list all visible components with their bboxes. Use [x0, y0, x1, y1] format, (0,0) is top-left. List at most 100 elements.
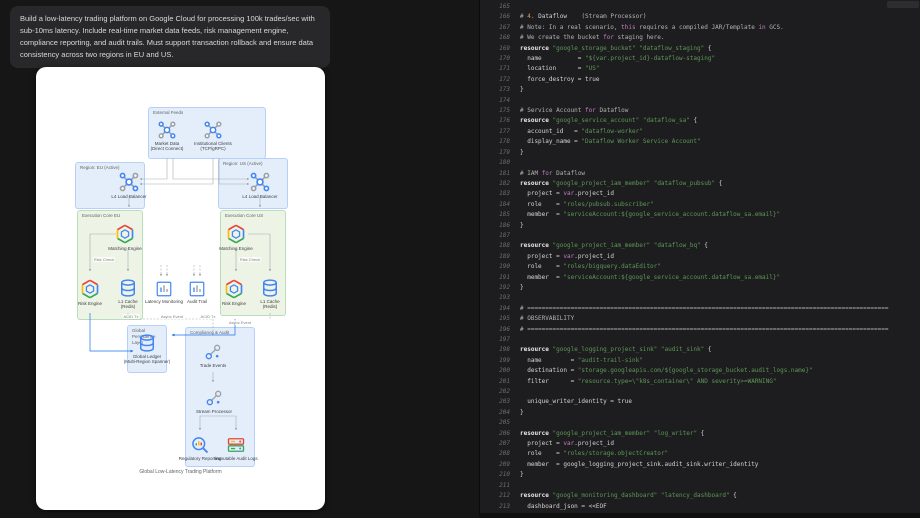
node-label: Stream Processor	[195, 409, 232, 414]
code-line: 211	[480, 481, 920, 491]
scrollbar-thumb[interactable]	[887, 1, 919, 8]
code-editor[interactable]: 165 166 # 4. Dataflow (Stream Processor) 16…	[479, 0, 920, 518]
code-line: 192}	[480, 283, 920, 293]
line-number: 206	[499, 429, 510, 437]
line-number: 210	[499, 471, 510, 479]
network-icon	[204, 121, 222, 139]
code-text: project = var.project_id	[520, 252, 614, 260]
code-line: 176 resource "google_service_account" "da…	[480, 116, 920, 126]
code-text: }	[520, 408, 524, 416]
editor-bottom-edge	[479, 513, 920, 518]
app-window: { "prompt": { "text": "Build a low-laten…	[0, 0, 920, 518]
code-text: }	[520, 148, 524, 156]
code-line: 166 # 4. Dataflow (Stream Processor)	[480, 12, 920, 22]
code-line: 206 resource "google_project_iam_member" …	[480, 429, 920, 439]
code-line: 199 name = "audit-trail-sink"	[480, 356, 920, 366]
node-label: Matching Engine	[219, 246, 253, 251]
line-number: 205	[499, 419, 510, 427]
line-number: 194	[499, 304, 510, 312]
code-line: 195 # OBSERVABILITY	[480, 314, 920, 324]
node-label: Audit Trail	[186, 299, 207, 304]
code-line: 209 member = google_logging_project_sink…	[480, 460, 920, 470]
line-number: 201	[499, 377, 510, 385]
code-line: 175 # Service Account for Dataflow	[480, 106, 920, 116]
line-number: 199	[499, 356, 510, 364]
line-number: 168	[499, 34, 510, 42]
line-number: 176	[499, 117, 510, 125]
code-text: resource "google_monitoring_dashboard" "…	[520, 492, 737, 500]
code-text: name = "${var.project_id}-dataflow-stagi…	[520, 55, 716, 63]
line-number: 193	[499, 294, 510, 302]
database-icon	[263, 279, 277, 297]
line-number: 174	[499, 96, 510, 104]
code-text: # IAM for Dataflow	[520, 169, 586, 177]
code-text: }	[520, 221, 524, 229]
line-number: 189	[499, 252, 510, 260]
code-line: 203 unique_writer_identity = true	[480, 397, 920, 407]
code-text: member = "serviceAccount:${google_servic…	[520, 273, 781, 281]
code-line: 184 role = "roles/pubsub.subscriber"	[480, 200, 920, 210]
code-line: 207 project = var.project_id	[480, 439, 920, 449]
code-line: 178 display_name = "Dataflow Worker Serv…	[480, 137, 920, 147]
code-text: # We create the bucket for staging here.	[520, 34, 665, 42]
line-number: 213	[499, 502, 510, 510]
prompt-card: Build a low-latency trading platform on …	[10, 6, 330, 68]
node-global-ledger: Global Ledger (Multi-Region Spanner)	[121, 333, 173, 364]
gke-hexagon-icon	[116, 224, 134, 244]
code-text: dashboard_json = <<EOF	[520, 502, 607, 510]
code-line: 172 force_destroy = true	[480, 75, 920, 85]
node-lb-eu: L4 Load Balancer	[99, 171, 159, 199]
node-immutable-audit-logs: Immutable Audit Logs	[206, 435, 266, 461]
line-number: 185	[499, 211, 510, 219]
dataflow-icon	[206, 390, 222, 406]
code-text: # 4. Dataflow (Stream Processor)	[520, 13, 647, 21]
line-number: 165	[499, 3, 510, 10]
line-number: 204	[499, 408, 510, 416]
code-line: 212 resource "google_monitoring_dashboard…	[480, 491, 920, 501]
line-number: 198	[499, 346, 510, 354]
code-line: 167 # Note: In a real scenario, this requ…	[480, 23, 920, 33]
spanner-database-icon	[140, 334, 154, 352]
line-number: 186	[499, 221, 510, 229]
code-line: 171 location = "US"	[480, 64, 920, 74]
code-line: 204}	[480, 408, 920, 418]
code-line: 182 resource "google_project_iam_member" …	[480, 179, 920, 189]
code-line: 189 project = var.project_id	[480, 252, 920, 262]
cloud-storage-icon	[227, 438, 245, 452]
line-number: 192	[499, 283, 510, 291]
code-text: # Service Account for Dataflow	[520, 107, 629, 115]
line-number: 209	[499, 460, 510, 468]
code-text: member = "serviceAccount:${google_servic…	[520, 211, 781, 219]
edge-label-risk-check-eu: Risk Check	[92, 257, 116, 262]
line-number: 166	[499, 13, 510, 21]
code-text: }	[520, 283, 524, 291]
line-number: 196	[499, 325, 510, 333]
diagram-canvas[interactable]: External Feeds Region: EU (Active) Regio…	[36, 67, 325, 510]
diagram-caption: Global Low-Latency Trading Platform	[139, 469, 222, 475]
line-number: 170	[499, 55, 510, 63]
code-line: 205	[480, 418, 920, 428]
code-line: 201 filter = "resource.type=\"k8s_contai…	[480, 377, 920, 387]
load-balancer-icon	[250, 172, 270, 192]
code-text: # OBSERVABILITY	[520, 315, 575, 323]
line-number: 211	[499, 481, 510, 489]
code-line: 185 member = "serviceAccount:${google_se…	[480, 210, 920, 220]
line-number: 171	[499, 65, 510, 73]
code-text: force_destroy = true	[520, 75, 600, 83]
code-line: 191 member = "serviceAccount:${google_se…	[480, 273, 920, 283]
code-text: # ======================================…	[520, 325, 889, 333]
code-line: 174	[480, 96, 920, 106]
line-number: 197	[499, 336, 510, 343]
line-number: 202	[499, 388, 510, 396]
code-line: 186}	[480, 221, 920, 231]
line-number: 180	[499, 159, 510, 167]
code-text: project = var.project_id	[520, 190, 614, 198]
line-number: 182	[499, 179, 510, 187]
line-number: 175	[499, 107, 510, 115]
code-line: 180	[480, 158, 920, 168]
